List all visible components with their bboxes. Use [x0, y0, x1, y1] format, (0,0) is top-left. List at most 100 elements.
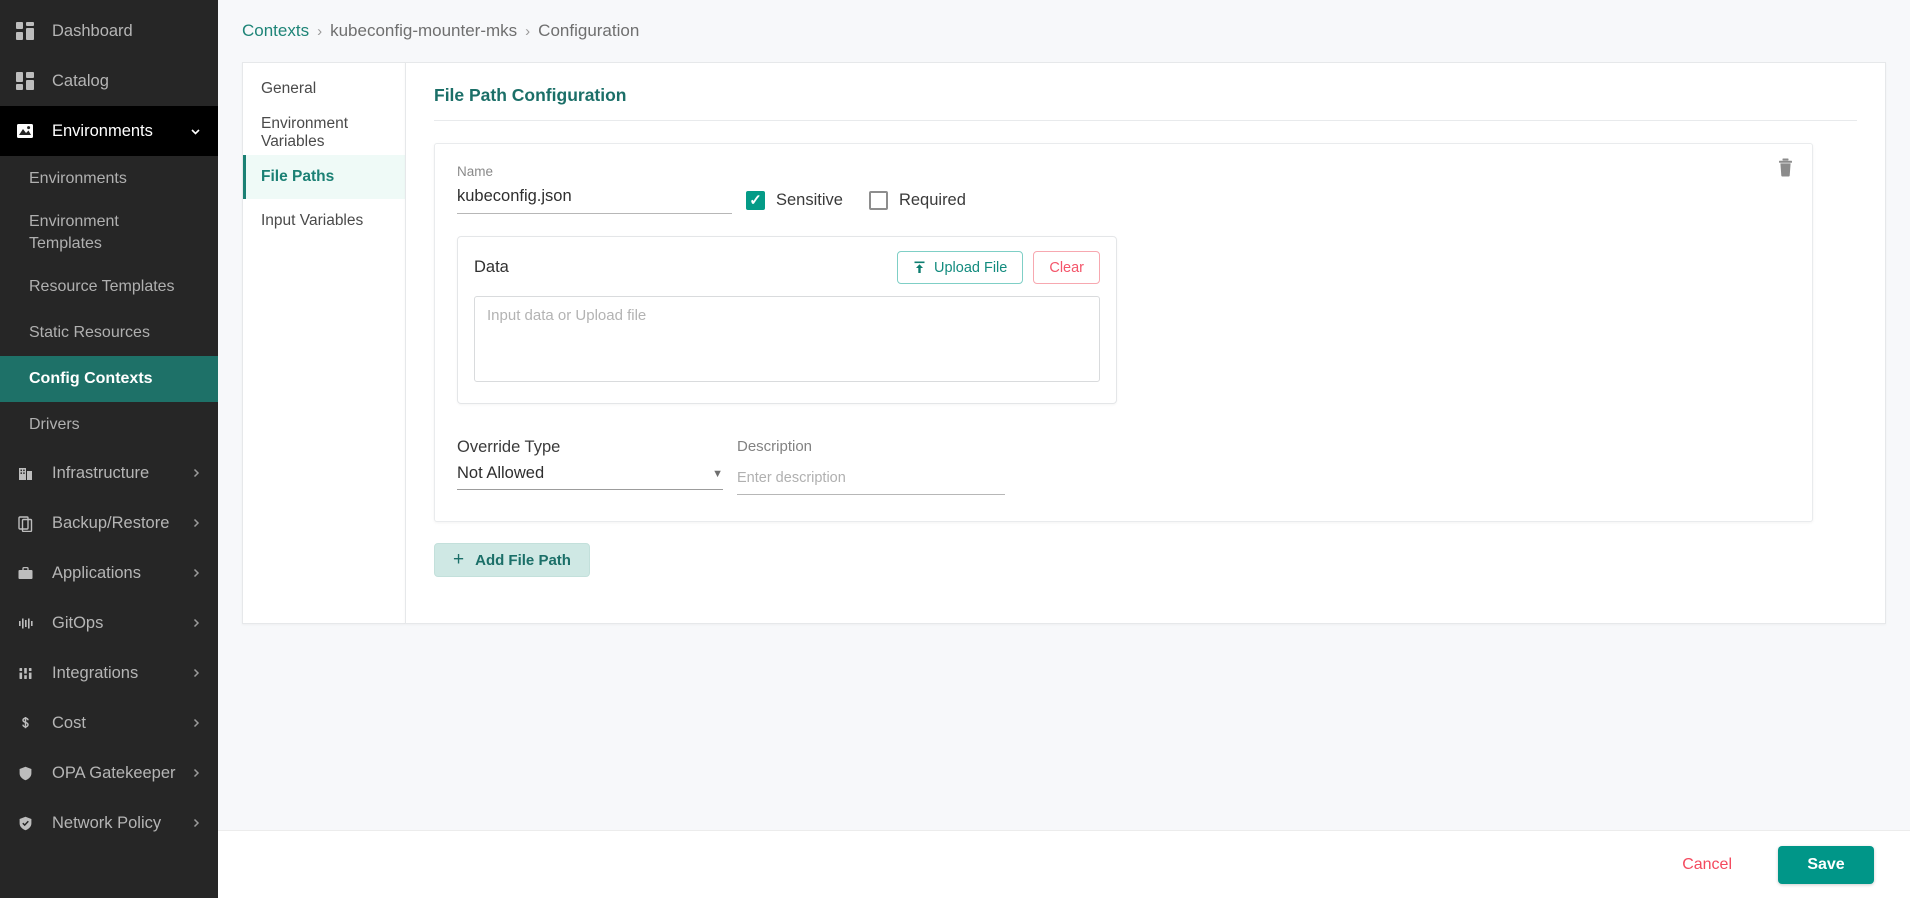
tab-label: Input Variables: [261, 212, 364, 229]
sidebar-item-gitops[interactable]: GitOps: [0, 598, 218, 648]
catalog-icon: [14, 70, 36, 92]
sidebar-item-dashboard[interactable]: Dashboard: [0, 6, 218, 56]
shield-check-icon: [14, 812, 36, 834]
override-type-select[interactable]: Not Allowed ▼: [457, 464, 723, 490]
chevron-right-icon: [190, 617, 202, 629]
sidebar-item-environments[interactable]: Environments: [0, 106, 218, 156]
sidebar-item-label: Catalog: [52, 71, 109, 90]
integrations-icon: [14, 662, 36, 684]
description-input[interactable]: [737, 466, 1005, 495]
override-type-group: Override Type Not Allowed ▼: [457, 438, 723, 495]
chevron-right-icon: [190, 767, 202, 779]
gitops-icon: [14, 612, 36, 634]
description-group: Description: [737, 438, 1005, 495]
breadcrumb: Contexts › kubeconfig-mounter-mks › Conf…: [218, 0, 1910, 62]
main-content: Contexts › kubeconfig-mounter-mks › Conf…: [218, 0, 1910, 898]
app-root: Dashboard Catalog Environments Environme…: [0, 0, 1910, 898]
tab-label: File Paths: [261, 168, 335, 185]
breadcrumb-context-name[interactable]: kubeconfig-mounter-mks: [330, 21, 517, 41]
sidebar-item-backup-restore[interactable]: Backup/Restore: [0, 498, 218, 548]
sidebar-subitem-config-contexts[interactable]: Config Contexts: [0, 356, 218, 402]
data-header: Data Upload File Clear: [474, 251, 1100, 284]
tab-file-paths[interactable]: File Paths: [243, 155, 405, 199]
content-wrapper: General Environment Variables File Paths…: [218, 62, 1910, 898]
sidebar-subitem-label: Environments: [29, 170, 127, 188]
briefcase-icon: [14, 562, 36, 584]
sidebar-subitem-resource-templates[interactable]: Resource Templates: [0, 264, 218, 310]
data-textarea[interactable]: [474, 296, 1100, 382]
override-type-value: Not Allowed: [457, 464, 545, 482]
sidebar-subitem-label: Environment Templates: [29, 213, 119, 252]
flags-group: ✓ Sensitive Required: [746, 191, 992, 214]
tab-label: General: [261, 80, 317, 97]
sidebar-subitem-environments[interactable]: Environments: [0, 156, 218, 202]
dollar-icon: [14, 712, 36, 734]
sidebar-item-label: Dashboard: [52, 21, 133, 40]
add-file-path-button[interactable]: + Add File Path: [434, 543, 590, 577]
override-type-label: Override Type: [457, 438, 561, 456]
name-field-group: Name: [457, 164, 732, 214]
breadcrumb-separator: ›: [525, 22, 531, 40]
tab-input-variables[interactable]: Input Variables: [243, 199, 405, 243]
sidebar-item-label: Network Policy: [52, 813, 162, 832]
panel-title: File Path Configuration: [434, 85, 627, 105]
sidebar-item-label: Cost: [52, 713, 86, 732]
tab-label: Environment Variables: [261, 115, 349, 150]
cancel-button[interactable]: Cancel: [1664, 848, 1750, 882]
file-path-panel: File Path Configuration Name kubeconfig.…: [405, 62, 1886, 624]
checkbox-unchecked-icon: [868, 191, 888, 210]
building-icon: [14, 462, 36, 484]
upload-file-label: Upload File: [934, 259, 1008, 276]
name-label: Name: [457, 164, 494, 179]
plus-icon: +: [453, 549, 465, 570]
sensitive-label: Sensitive: [776, 191, 843, 209]
sidebar-item-label: Integrations: [52, 663, 139, 682]
main-sidebar: Dashboard Catalog Environments Environme…: [0, 0, 218, 898]
sidebar-subitem-label: Static Resources: [29, 324, 150, 342]
environments-icon: [14, 120, 36, 142]
chevron-right-icon: [190, 667, 202, 679]
chevron-right-icon: [190, 567, 202, 579]
sidebar-item-label: Backup/Restore: [52, 513, 170, 532]
dashboard-icon: [14, 20, 36, 42]
tab-general[interactable]: General: [243, 67, 405, 111]
sidebar-item-applications[interactable]: Applications: [0, 548, 218, 598]
sidebar-item-label: Infrastructure: [52, 463, 150, 482]
data-section: Data Upload File Clear Input data or Upl…: [457, 236, 1117, 404]
settings-tab-list: General Environment Variables File Paths…: [242, 62, 405, 624]
footer-action-bar: Cancel Save: [218, 830, 1910, 898]
save-button[interactable]: Save: [1778, 845, 1874, 884]
data-buttons: Upload File Clear: [897, 251, 1100, 284]
sidebar-item-network-policy[interactable]: Network Policy: [0, 798, 218, 848]
description-label: Description: [737, 438, 813, 455]
sensitive-checkbox[interactable]: ✓ Sensitive: [746, 191, 843, 210]
trash-icon[interactable]: [1772, 154, 1798, 180]
checkbox-checked-icon: ✓: [746, 191, 765, 210]
panel-divider: [434, 120, 1857, 121]
chevron-right-icon: [190, 717, 202, 729]
breadcrumb-current: Configuration: [538, 21, 640, 40]
sidebar-item-integrations[interactable]: Integrations: [0, 648, 218, 698]
override-description-row: Override Type Not Allowed ▼ Description: [457, 438, 1790, 495]
copy-icon: [14, 512, 36, 534]
sidebar-subitem-environment-templates[interactable]: Environment Templates: [0, 202, 218, 264]
upload-file-button[interactable]: Upload File: [897, 251, 1024, 284]
sidebar-subitem-static-resources[interactable]: Static Resources: [0, 310, 218, 356]
sidebar-item-infrastructure[interactable]: Infrastructure: [0, 448, 218, 498]
tab-environment-variables[interactable]: Environment Variables: [243, 111, 405, 155]
sidebar-subitem-drivers[interactable]: Drivers: [0, 402, 218, 448]
sidebar-subitem-label: Drivers: [29, 416, 80, 434]
required-checkbox[interactable]: Required: [868, 191, 966, 210]
required-label: Required: [898, 191, 966, 209]
sidebar-item-cost[interactable]: Cost: [0, 698, 218, 748]
clear-button[interactable]: Clear: [1033, 251, 1100, 284]
breadcrumb-contexts-link[interactable]: Contexts: [242, 21, 309, 41]
add-file-path-label: Add File Path: [475, 551, 571, 569]
file-path-card: Name ✓ Sensitive Required: [434, 143, 1813, 522]
sidebar-item-opa-gatekeeper[interactable]: OPA Gatekeeper: [0, 748, 218, 798]
name-input[interactable]: [457, 185, 732, 214]
sidebar-item-label: Applications: [52, 563, 141, 582]
sidebar-item-catalog[interactable]: Catalog: [0, 56, 218, 106]
breadcrumb-separator: ›: [317, 22, 323, 40]
shield-icon: [14, 762, 36, 784]
